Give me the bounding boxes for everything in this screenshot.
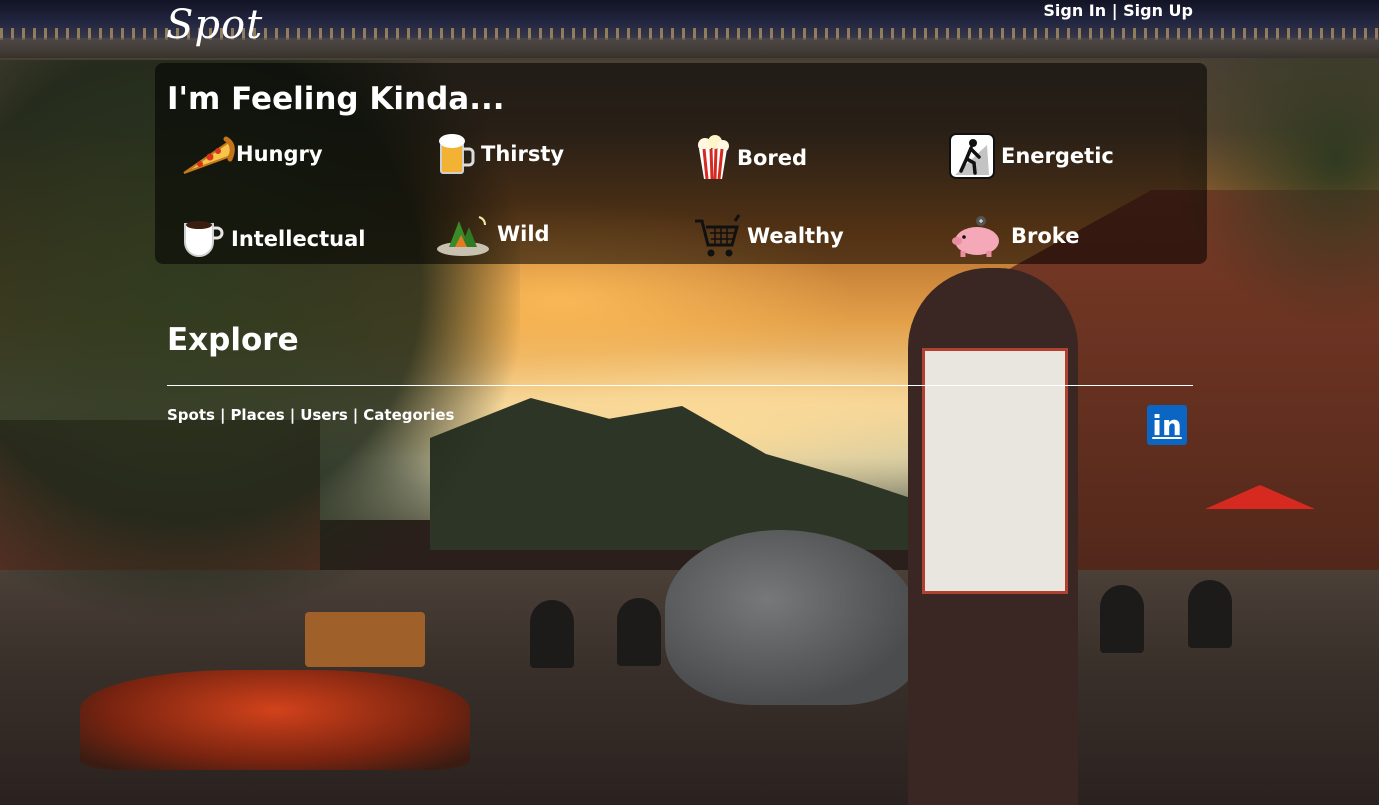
info-kiosk	[908, 268, 1078, 805]
mood-wild[interactable]: Wild	[435, 211, 550, 257]
mood-label: Thirsty	[481, 142, 565, 166]
bollard	[617, 598, 661, 666]
explore-nav: Spots | Places | Users | Categories	[167, 406, 454, 424]
mood-label: Wealthy	[747, 224, 844, 248]
bollard	[530, 600, 574, 668]
mood-label: Broke	[1011, 224, 1080, 248]
auth-links: Sign In | Sign Up	[1043, 1, 1193, 20]
hiker-icon	[949, 133, 995, 179]
mood-intellectual[interactable]: Intellectual	[179, 216, 366, 262]
popcorn-icon	[695, 135, 731, 181]
feeling-panel: I'm Feeling Kinda... Hungry Thirsty Bore…	[155, 63, 1207, 264]
bollard	[1100, 585, 1144, 653]
auth-separator: |	[1111, 1, 1118, 20]
explore-link-places[interactable]: Places	[230, 406, 284, 424]
bench	[305, 612, 425, 667]
mood-label: Energetic	[1001, 144, 1114, 168]
mood-wealthy[interactable]: Wealthy	[693, 213, 844, 259]
beer-icon	[437, 131, 475, 177]
mood-label: Intellectual	[231, 227, 366, 251]
nav-separator: |	[219, 406, 226, 424]
mood-label: Wild	[497, 222, 550, 246]
mood-hungry[interactable]: Hungry	[180, 131, 323, 177]
explore-link-categories[interactable]: Categories	[363, 406, 454, 424]
mood-thirsty[interactable]: Thirsty	[437, 131, 564, 177]
nav-separator: |	[352, 406, 359, 424]
shopping-cart-icon	[693, 213, 741, 259]
sign-in-link[interactable]: Sign In	[1043, 1, 1106, 20]
boulder	[665, 530, 920, 705]
piggy-bank-icon	[949, 213, 1005, 259]
explore-title: Explore	[167, 322, 299, 358]
coffee-icon	[179, 216, 225, 262]
explore-link-users[interactable]: Users	[300, 406, 348, 424]
pizza-icon	[180, 131, 235, 177]
sign-up-link[interactable]: Sign Up	[1123, 1, 1193, 20]
linkedin-icon[interactable]: in	[1147, 405, 1187, 445]
bollard	[1188, 580, 1232, 648]
tree-right	[1180, 40, 1379, 340]
flower-bed	[80, 670, 470, 770]
mood-energetic[interactable]: Energetic	[949, 133, 1114, 179]
nav-separator: |	[289, 406, 296, 424]
explore-divider	[167, 385, 1193, 386]
mood-label: Hungry	[236, 142, 323, 166]
explore-link-spots[interactable]: Spots	[167, 406, 215, 424]
campsite-icon	[435, 211, 491, 257]
header-banner: Spot Sign In | Sign Up	[0, 0, 1379, 58]
mood-bored[interactable]: Bored	[695, 135, 807, 181]
mood-label: Bored	[737, 146, 808, 170]
feeling-title: I'm Feeling Kinda...	[167, 81, 505, 117]
mood-broke[interactable]: Broke	[949, 213, 1079, 259]
site-logo[interactable]: Spot	[166, 2, 263, 48]
